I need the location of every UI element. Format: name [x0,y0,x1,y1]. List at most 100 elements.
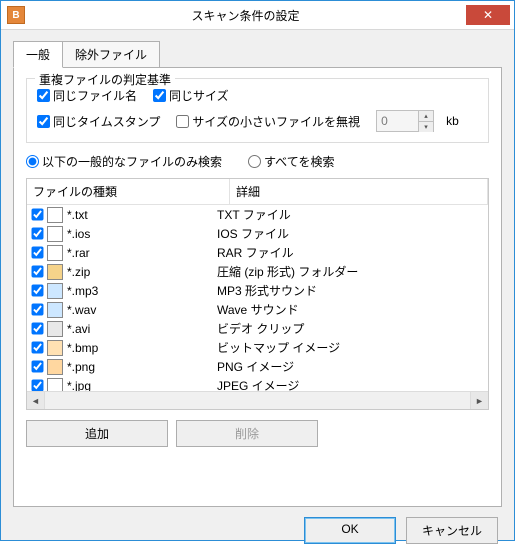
titlebar: B スキャン条件の設定 ✕ [1,1,514,30]
ignore-small-text: サイズの小さいファイルを無視 [192,113,360,130]
table-row[interactable]: *.bmpビットマップ イメージ [27,338,488,357]
scope-all-text: すべてを検索 [264,153,334,170]
same-filename-text: 同じファイル名 [53,87,137,104]
tab-strip: 一般 除外ファイル [13,40,502,67]
file-extension: *.txt [67,208,217,222]
row-checkbox-cell [31,284,45,297]
file-type-icon [47,321,63,337]
duplicate-criteria-legend: 重複ファイルの判定基準 [35,71,175,88]
same-size-text: 同じサイズ [169,87,229,104]
file-extension: *.ios [67,227,217,241]
dialog-buttons: OK キャンセル [13,517,502,544]
file-description: Wave サウンド [217,301,484,318]
scope-all-label[interactable]: すべてを検索 [248,153,334,170]
file-extension: *.png [67,360,217,374]
file-type-icon [47,340,63,356]
table-row[interactable]: *.zip圧縮 (zip 形式) フォルダー [27,262,488,281]
list-action-row: 追加 削除 [26,420,489,447]
table-row[interactable]: *.wavWave サウンド [27,300,488,319]
same-timestamp-text: 同じタイムスタンプ [53,113,160,130]
file-description: RAR ファイル [217,244,484,261]
row-checkbox-cell [31,322,45,335]
app-icon: B [7,6,25,24]
row-checkbox[interactable] [32,285,44,297]
file-type-icon [47,245,63,261]
row-checkbox[interactable] [32,323,44,335]
file-type-icon [47,283,63,299]
file-type-icon [47,207,63,223]
table-row[interactable]: *.jpgJPEG イメージ [27,376,488,391]
file-extension: *.avi [67,322,217,336]
row-checkbox-cell [31,379,45,391]
file-type-icon [47,302,63,318]
file-description: JPEG イメージ [217,377,484,391]
ignore-small-label[interactable]: サイズの小さいファイルを無視 [176,113,360,130]
ignore-small-checkbox[interactable] [176,115,189,128]
row-checkbox-cell [31,227,45,240]
row-checkbox[interactable] [32,380,44,391]
file-extension: *.bmp [67,341,217,355]
row-checkbox[interactable] [32,342,44,354]
scope-common-text: 以下の一般的なファイルのみ検索 [42,153,222,170]
scroll-right-button[interactable]: ► [470,392,488,409]
table-row[interactable]: *.rarRAR ファイル [27,243,488,262]
same-size-checkbox[interactable] [153,89,166,102]
column-description[interactable]: 詳細 [230,179,488,204]
duplicate-criteria-group: 重複ファイルの判定基準 同じファイル名 同じサイズ 同じタイムスタンプ [26,78,489,143]
row-checkbox[interactable] [32,361,44,373]
row-checkbox[interactable] [32,228,44,240]
cancel-button[interactable]: キャンセル [406,517,498,544]
file-description: TXT ファイル [217,206,484,223]
scroll-left-button[interactable]: ◄ [27,392,45,409]
same-timestamp-checkbox[interactable] [37,115,50,128]
file-type-icon [47,226,63,242]
file-description: ビットマップ イメージ [217,339,484,356]
table-row[interactable]: *.aviビデオ クリップ [27,319,488,338]
scope-all-radio[interactable] [248,155,261,168]
file-types-listview: ファイルの種類 詳細 *.txtTXT ファイル*.iosIOS ファイル*.r… [26,178,489,410]
same-size-label[interactable]: 同じサイズ [153,87,229,104]
file-description: MP3 形式サウンド [217,282,484,299]
row-checkbox-cell [31,303,45,316]
file-extension: *.wav [67,303,217,317]
table-row[interactable]: *.mp3MP3 形式サウンド [27,281,488,300]
scope-common-radio[interactable] [26,155,39,168]
same-filename-label[interactable]: 同じファイル名 [37,87,137,104]
table-row[interactable]: *.iosIOS ファイル [27,224,488,243]
search-scope-radios: 以下の一般的なファイルのみ検索 すべてを検索 [26,153,489,170]
file-type-icon [47,359,63,375]
file-description: 圧縮 (zip 形式) フォルダー [217,263,484,280]
file-extension: *.zip [67,265,217,279]
column-file-type[interactable]: ファイルの種類 [27,179,230,204]
tab-general[interactable]: 一般 [13,41,63,68]
row-checkbox-cell [31,246,45,259]
row-checkbox-cell [31,208,45,221]
add-button[interactable]: 追加 [26,420,168,447]
table-row[interactable]: *.pngPNG イメージ [27,357,488,376]
file-extension: *.jpg [67,379,217,392]
ok-button[interactable]: OK [304,517,396,544]
spin-up-button[interactable]: ▴ [419,111,433,121]
spin-down-button[interactable]: ▾ [419,121,433,132]
scope-common-label[interactable]: 以下の一般的なファイルのみ検索 [26,153,222,170]
same-filename-checkbox[interactable] [37,89,50,102]
same-timestamp-label[interactable]: 同じタイムスタンプ [37,113,160,130]
tab-panel-general: 重複ファイルの判定基準 同じファイル名 同じサイズ 同じタイムスタンプ [13,67,502,507]
close-icon: ✕ [483,8,493,22]
client-area: 一般 除外ファイル 重複ファイルの判定基準 同じファイル名 同じサイズ [1,30,514,556]
file-type-icon [47,378,63,392]
listview-body[interactable]: *.txtTXT ファイル*.iosIOS ファイル*.rarRAR ファイル*… [27,205,488,391]
row-checkbox[interactable] [32,247,44,259]
row-checkbox[interactable] [32,209,44,221]
horizontal-scrollbar[interactable]: ◄ ► [27,391,488,409]
row-checkbox[interactable] [32,304,44,316]
row-checkbox[interactable] [32,266,44,278]
dialog-window: B スキャン条件の設定 ✕ 一般 除外ファイル 重複ファイルの判定基準 同じファ… [0,0,515,541]
tab-exclude-files[interactable]: 除外ファイル [62,41,160,68]
table-row[interactable]: *.txtTXT ファイル [27,205,488,224]
close-button[interactable]: ✕ [466,5,510,25]
small-size-spinner[interactable]: 0 ▴ ▾ [376,110,434,132]
row-checkbox-cell [31,360,45,373]
file-description: IOS ファイル [217,225,484,242]
delete-button[interactable]: 削除 [176,420,318,447]
